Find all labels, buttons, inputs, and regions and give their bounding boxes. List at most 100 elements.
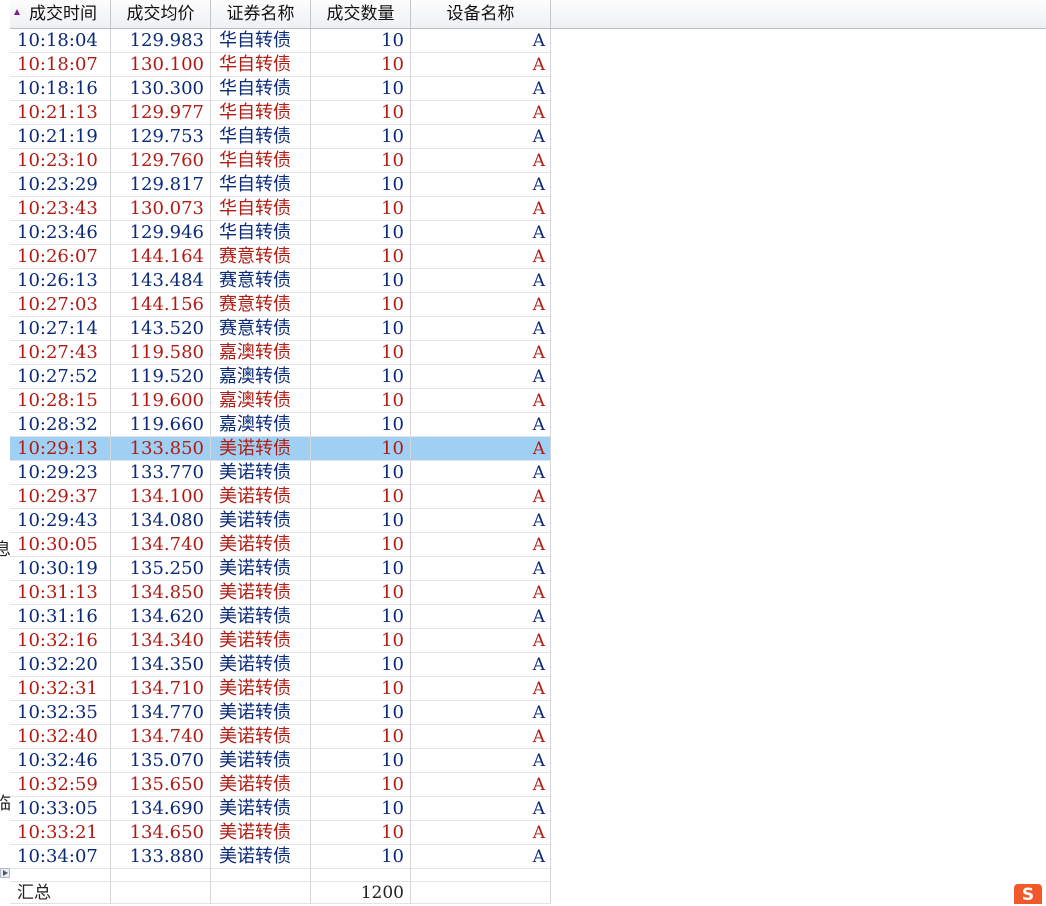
table-row[interactable]: 10:32:31 134.710 美诺转债 10 A	[10, 677, 551, 701]
column-header-security[interactable]: 证券名称	[211, 0, 311, 28]
table-row[interactable]: 10:32:16 134.340 美诺转债 10 A	[10, 629, 551, 653]
quantity-cell: 10	[311, 29, 411, 53]
table-row[interactable]: 10:27:52 119.520 嘉澳转债 10 A	[10, 365, 551, 389]
trade-grid: 成交时间 成交均价 证券名称 成交数量 设备名称 10:18:04 129.983…	[10, 0, 1046, 904]
table-row[interactable]: 10:29:23 133.770 美诺转债 10 A	[10, 461, 551, 485]
trade-time-cell: 10:27:52	[10, 365, 111, 389]
grid-header: 成交时间 成交均价 证券名称 成交数量 设备名称	[10, 0, 1046, 29]
table-row[interactable]: 10:23:46 129.946 华自转债 10 A	[10, 221, 551, 245]
table-row[interactable]: 10:27:14 143.520 赛意转债 10 A	[10, 317, 551, 341]
security-name-cell: 美诺转债	[211, 821, 311, 845]
avg-price-cell: 135.070	[111, 749, 211, 773]
security-name-cell: 美诺转债	[211, 725, 311, 749]
security-name-cell: 美诺转债	[211, 845, 311, 869]
device-name-cell: A	[411, 437, 551, 461]
table-row[interactable]: 10:32:35 134.770 美诺转债 10 A	[10, 701, 551, 725]
table-row[interactable]: 10:26:13 143.484 赛意转债 10 A	[10, 269, 551, 293]
device-name-cell: A	[411, 725, 551, 749]
avg-price-cell: 129.977	[111, 101, 211, 125]
quantity-cell: 10	[311, 749, 411, 773]
table-row[interactable]: 10:28:32 119.660 嘉澳转债 10 A	[10, 413, 551, 437]
table-row[interactable]: 10:23:10 129.760 华自转债 10 A	[10, 149, 551, 173]
device-name-cell: A	[411, 677, 551, 701]
quantity-cell: 10	[311, 197, 411, 221]
trade-time-cell: 10:26:07	[10, 245, 111, 269]
table-row[interactable]: 10:32:59 135.650 美诺转债 10 A	[10, 773, 551, 797]
security-name-cell: 美诺转债	[211, 437, 311, 461]
device-name-cell: A	[411, 701, 551, 725]
table-row[interactable]: 10:34:07 133.880 美诺转债 10 A	[10, 845, 551, 869]
table-row[interactable]: 10:32:46 135.070 美诺转债 10 A	[10, 749, 551, 773]
device-name-cell: A	[411, 485, 551, 509]
column-header-device[interactable]: 设备名称	[411, 0, 551, 28]
table-row[interactable]: 10:21:13 129.977 华自转债 10 A	[10, 101, 551, 125]
avg-price-cell: 135.650	[111, 773, 211, 797]
column-header-time[interactable]: 成交时间	[10, 0, 111, 28]
avg-price-cell: 134.620	[111, 605, 211, 629]
device-name-cell: A	[411, 293, 551, 317]
device-name-cell: A	[411, 53, 551, 77]
trade-time-cell: 10:32:46	[10, 749, 111, 773]
table-row[interactable]: 10:31:16 134.620 美诺转债 10 A	[10, 605, 551, 629]
table-row[interactable]: 10:30:19 135.250 美诺转债 10 A	[10, 557, 551, 581]
table-row[interactable]: 10:33:05 134.690 美诺转债 10 A	[10, 797, 551, 821]
column-header-quantity[interactable]: 成交数量	[311, 0, 411, 28]
scroll-right-arrow-icon[interactable]	[0, 868, 10, 878]
trade-time-cell: 10:32:40	[10, 725, 111, 749]
sogou-ime-icon[interactable]: S	[1014, 884, 1042, 905]
table-row[interactable]: 10:29:43 134.080 美诺转债 10 A	[10, 509, 551, 533]
quantity-cell: 10	[311, 149, 411, 173]
security-name-cell: 华自转债	[211, 173, 311, 197]
avg-price-cell: 134.340	[111, 629, 211, 653]
table-row[interactable]: 10:31:13 134.850 美诺转债 10 A	[10, 581, 551, 605]
avg-price-cell: 134.740	[111, 533, 211, 557]
trade-time-cell: 10:32:16	[10, 629, 111, 653]
avg-price-cell: 130.100	[111, 53, 211, 77]
security-name-cell: 华自转债	[211, 197, 311, 221]
device-name-cell: A	[411, 221, 551, 245]
table-row[interactable]: 10:23:29 129.817 华自转债 10 A	[10, 173, 551, 197]
quantity-cell: 10	[311, 269, 411, 293]
quantity-cell: 10	[311, 581, 411, 605]
table-row[interactable]: 10:18:16 130.300 华自转债 10 A	[10, 77, 551, 101]
security-name-cell: 华自转债	[211, 221, 311, 245]
security-name-cell: 美诺转债	[211, 797, 311, 821]
trade-time-cell: 10:31:13	[10, 581, 111, 605]
table-row[interactable]: 10:32:20 134.350 美诺转债 10 A	[10, 653, 551, 677]
table-row[interactable]: 10:28:15 119.600 嘉澳转债 10 A	[10, 389, 551, 413]
quantity-cell: 10	[311, 101, 411, 125]
device-name-cell: A	[411, 317, 551, 341]
trade-time-cell: 10:18:07	[10, 53, 111, 77]
table-row[interactable]: 10:33:21 134.650 美诺转债 10 A	[10, 821, 551, 845]
security-name-cell: 美诺转债	[211, 701, 311, 725]
trade-time-cell: 10:29:13	[10, 437, 111, 461]
table-row[interactable]: 10:32:40 134.740 美诺转债 10 A	[10, 725, 551, 749]
quantity-cell: 10	[311, 125, 411, 149]
column-header-price[interactable]: 成交均价	[111, 0, 211, 28]
quantity-cell: 10	[311, 413, 411, 437]
table-row[interactable]: 10:29:13 133.850 美诺转债 10 A	[10, 437, 551, 461]
table-row[interactable]: 10:27:03 144.156 赛意转债 10 A	[10, 293, 551, 317]
table-row[interactable]: 10:30:05 134.740 美诺转债 10 A	[10, 533, 551, 557]
avg-price-cell: 134.710	[111, 677, 211, 701]
trade-time-cell: 10:21:13	[10, 101, 111, 125]
table-row[interactable]: 10:21:19 129.753 华自转债 10 A	[10, 125, 551, 149]
table-row[interactable]: 10:27:43 119.580 嘉澳转债 10 A	[10, 341, 551, 365]
trade-time-cell: 10:23:46	[10, 221, 111, 245]
table-row[interactable]: 10:29:37 134.100 美诺转债 10 A	[10, 485, 551, 509]
table-row[interactable]: 10:18:04 129.983 华自转债 10 A	[10, 29, 551, 53]
grid-body: 10:18:04 129.983 华自转债 10 A 10:18:07 130.100 华自转…	[10, 29, 551, 906]
security-name-cell: 嘉澳转债	[211, 365, 311, 389]
table-row[interactable]: 10:26:07 144.164 赛意转债 10 A	[10, 245, 551, 269]
device-name-cell: A	[411, 197, 551, 221]
trade-time-cell: 10:32:35	[10, 701, 111, 725]
avg-price-cell: 134.690	[111, 797, 211, 821]
device-name-cell: A	[411, 557, 551, 581]
trade-time-cell: 10:18:16	[10, 77, 111, 101]
device-name-cell: A	[411, 173, 551, 197]
table-row[interactable]: 10:18:07 130.100 华自转债 10 A	[10, 53, 551, 77]
trade-time-cell: 10:29:43	[10, 509, 111, 533]
device-name-cell: A	[411, 413, 551, 437]
quantity-cell: 10	[311, 461, 411, 485]
table-row[interactable]: 10:23:43 130.073 华自转债 10 A	[10, 197, 551, 221]
